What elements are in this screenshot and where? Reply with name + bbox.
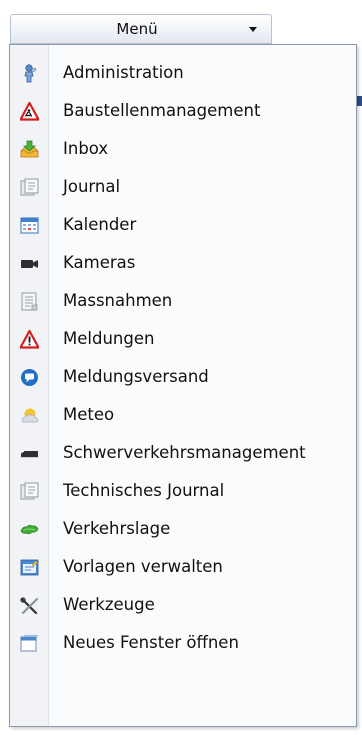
construction-warning-icon bbox=[20, 102, 39, 121]
new-window-icon bbox=[20, 634, 39, 653]
menu-button-label: Menü bbox=[116, 20, 158, 38]
menu-item-journal[interactable]: Journal bbox=[10, 168, 356, 206]
menu-item-label: Massnahmen bbox=[63, 291, 173, 310]
camera-icon bbox=[20, 254, 39, 273]
menu-item-label: Meteo bbox=[63, 405, 115, 424]
menu-item-label: Journal bbox=[63, 177, 121, 196]
menu-item-label: Technisches Journal bbox=[63, 481, 225, 500]
menu-item-massnahmen[interactable]: Massnahmen bbox=[10, 282, 356, 320]
tools-icon bbox=[20, 596, 39, 615]
menu-item-kameras[interactable]: Kameras bbox=[10, 244, 356, 282]
menu-item-label: Inbox bbox=[63, 139, 109, 158]
menu-item-label: Meldungen bbox=[63, 329, 155, 348]
message-bubble-icon bbox=[20, 368, 39, 387]
menu-item-label: Baustellenmanagement bbox=[63, 101, 261, 120]
menu-dropdown: Administration Baustellenmanagement Inbo… bbox=[9, 44, 357, 727]
menu-item-label: Meldungsversand bbox=[63, 367, 209, 386]
weather-icon bbox=[20, 406, 39, 425]
calendar-icon bbox=[20, 216, 39, 235]
menu-item-meldungen[interactable]: Meldungen bbox=[10, 320, 356, 358]
menu-item-label: Neues Fenster öffnen bbox=[63, 633, 239, 652]
menu-item-label: Kameras bbox=[63, 253, 136, 272]
menu-item-inbox[interactable]: Inbox bbox=[10, 130, 356, 168]
menu-item-label: Vorlagen verwalten bbox=[63, 557, 223, 576]
warning-triangle-icon bbox=[20, 330, 39, 349]
technical-journal-icon bbox=[20, 482, 39, 501]
menu-item-label: Kalender bbox=[63, 215, 137, 234]
menu-item-vorlagen-verwalten[interactable]: Vorlagen verwalten bbox=[10, 548, 356, 586]
menu-item-neues-fenster-oeffnen[interactable]: Neues Fenster öffnen bbox=[10, 624, 356, 662]
menu-item-administration[interactable]: Administration bbox=[10, 54, 356, 92]
menu-item-label: Schwerverkehrsmanagement bbox=[63, 443, 306, 462]
menu-button[interactable]: Menü bbox=[10, 14, 272, 44]
measures-document-icon bbox=[20, 292, 39, 311]
traffic-map-icon bbox=[20, 520, 39, 539]
menu-item-label: Werkzeuge bbox=[63, 595, 155, 614]
menu-item-meldungsversand[interactable]: Meldungsversand bbox=[10, 358, 356, 396]
menu-item-label: Administration bbox=[63, 63, 184, 82]
menu-item-meteo[interactable]: Meteo bbox=[10, 396, 356, 434]
chevron-down-icon bbox=[249, 27, 257, 32]
menu-list: Administration Baustellenmanagement Inbo… bbox=[10, 54, 356, 662]
menu-item-verkehrslage[interactable]: Verkehrslage bbox=[10, 510, 356, 548]
menu-item-werkzeuge[interactable]: Werkzeuge bbox=[10, 586, 356, 624]
menu-item-baustellenmanagement[interactable]: Baustellenmanagement bbox=[10, 92, 356, 130]
menu-item-label: Verkehrslage bbox=[63, 519, 171, 538]
inbox-icon bbox=[20, 140, 39, 159]
administration-icon bbox=[20, 64, 39, 83]
truck-icon bbox=[20, 444, 39, 463]
menu-item-schwerverkehrsmanagement[interactable]: Schwerverkehrsmanagement bbox=[10, 434, 356, 472]
templates-icon bbox=[20, 558, 39, 577]
journal-icon bbox=[20, 178, 39, 197]
menu-item-kalender[interactable]: Kalender bbox=[10, 206, 356, 244]
menu-item-technisches-journal[interactable]: Technisches Journal bbox=[10, 472, 356, 510]
